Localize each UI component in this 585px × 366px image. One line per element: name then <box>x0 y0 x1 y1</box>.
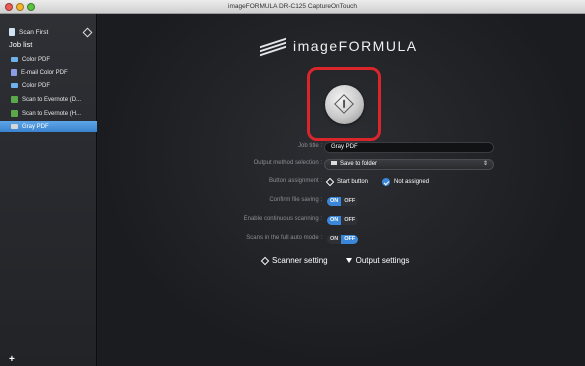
job-list-heading: Job list <box>9 40 33 49</box>
diamond-icon <box>260 256 270 265</box>
close-window-button[interactable] <box>5 3 13 11</box>
toggle-on[interactable]: ON <box>327 235 342 244</box>
action-buttons: Scanner setting Output settings <box>258 254 413 267</box>
full-auto-row: Scans in the full auto mode : ON OFF <box>98 234 585 245</box>
evernote-icon <box>11 96 18 103</box>
app-window: imageFORMULA DR-C125 CaptureOnTouch Scan… <box>0 0 585 366</box>
output-settings-label: Output settings <box>355 256 410 265</box>
not-assigned-radio-icon[interactable] <box>382 178 391 186</box>
output-method-value: Save to folder <box>340 161 378 167</box>
evernote-icon <box>11 110 18 117</box>
brand-logo: imageFORMULA <box>260 37 418 57</box>
sidebar: Scan First Job list Color PDF E-mail Col… <box>0 14 97 366</box>
window-title: imageFORMULA DR-C125 CaptureOnTouch <box>228 3 357 10</box>
continuous-scanning-toggle[interactable]: ON OFF <box>327 216 359 225</box>
start-button-highlight <box>307 67 381 141</box>
scanner-setting-label: Scanner setting <box>272 256 328 265</box>
job-title-label: Job title : <box>297 143 322 149</box>
scan-first-label: Scan First <box>19 28 49 36</box>
toggle-on[interactable]: ON <box>327 216 342 225</box>
download-arrow-icon <box>345 258 352 263</box>
start-button-option[interactable]: Start button <box>337 179 368 185</box>
full-auto-label: Scans in the full auto mode : <box>246 235 322 241</box>
button-assignment-row: Button assignment : Start button Not ass… <box>98 177 585 188</box>
minimize-window-button[interactable] <box>16 3 24 11</box>
job-title-row: Job title : Gray PDF <box>98 142 585 153</box>
select-arrows-icon: ⇕ <box>482 161 488 167</box>
button-assignment-options: Start button Not assigned <box>325 177 429 187</box>
add-job-button[interactable]: + <box>9 354 15 365</box>
continuous-scanning-row: Enable continuous scanning : ON OFF <box>98 215 585 226</box>
email-icon <box>11 69 17 76</box>
confirm-saving-row: Confirm file saving : ON OFF <box>98 196 585 207</box>
job-item-label: Color PDF <box>22 82 51 89</box>
folder-icon <box>11 124 18 129</box>
job-item-label: Scan to Evernote (H... <box>22 110 82 117</box>
toggle-off[interactable]: OFF <box>341 216 359 225</box>
output-settings-button[interactable]: Output settings <box>342 254 414 267</box>
toggle-off[interactable]: OFF <box>341 197 359 206</box>
output-method-select[interactable]: Save to folder ⇕ <box>324 159 494 170</box>
output-method-label: Output method selection : <box>253 160 322 166</box>
job-item-color-pdf-2[interactable]: Color PDF <box>0 80 97 91</box>
zoom-window-button[interactable] <box>27 3 35 11</box>
not-assigned-option[interactable]: Not assigned <box>394 179 429 185</box>
start-button-radio-icon[interactable] <box>325 177 335 187</box>
scanner-setting-button[interactable]: Scanner setting <box>258 254 332 267</box>
confirm-saving-label: Confirm file saving : <box>269 197 322 203</box>
toggle-off[interactable]: OFF <box>341 235 359 244</box>
job-item-gray-pdf[interactable]: Gray PDF <box>0 121 97 132</box>
toggle-on[interactable]: ON <box>327 197 342 206</box>
document-icon <box>9 28 15 36</box>
job-item-label: Gray PDF <box>22 123 49 130</box>
job-item-color-pdf[interactable]: Color PDF <box>0 54 97 65</box>
title-bar: imageFORMULA DR-C125 CaptureOnTouch <box>0 0 585 14</box>
start-scan-button[interactable] <box>325 85 364 124</box>
job-item-evernote-d[interactable]: Scan to Evernote (D... <box>0 94 97 105</box>
job-item-label: Color PDF <box>22 56 51 63</box>
logo-mark-icon <box>260 37 286 57</box>
job-item-label: Scan to Evernote (D... <box>22 96 82 103</box>
scan-first-item[interactable]: Scan First <box>9 28 48 36</box>
job-item-label: E-mail Color PDF <box>21 69 68 76</box>
job-item-email-color-pdf[interactable]: E-mail Color PDF <box>0 67 97 78</box>
output-method-row: Output method selection : Save to folder… <box>98 159 585 170</box>
start-diamond-icon <box>334 94 354 114</box>
logo-text: imageFORMULA <box>293 38 418 54</box>
window-controls <box>5 3 35 11</box>
folder-icon <box>11 57 18 62</box>
continuous-scanning-label: Enable continuous scanning : <box>243 216 322 222</box>
folder-icon <box>11 83 18 88</box>
job-item-evernote-h[interactable]: Scan to Evernote (H... <box>0 108 97 119</box>
full-auto-toggle[interactable]: ON OFF <box>327 235 359 244</box>
main-panel: imageFORMULA Job title : Gray PDF Output… <box>98 14 585 366</box>
confirm-saving-toggle[interactable]: ON OFF <box>327 197 359 206</box>
folder-icon <box>331 161 337 166</box>
job-title-input[interactable]: Gray PDF <box>324 142 494 153</box>
start-diamond-icon[interactable] <box>82 27 93 38</box>
button-assignment-label: Button assignment : <box>268 178 322 184</box>
